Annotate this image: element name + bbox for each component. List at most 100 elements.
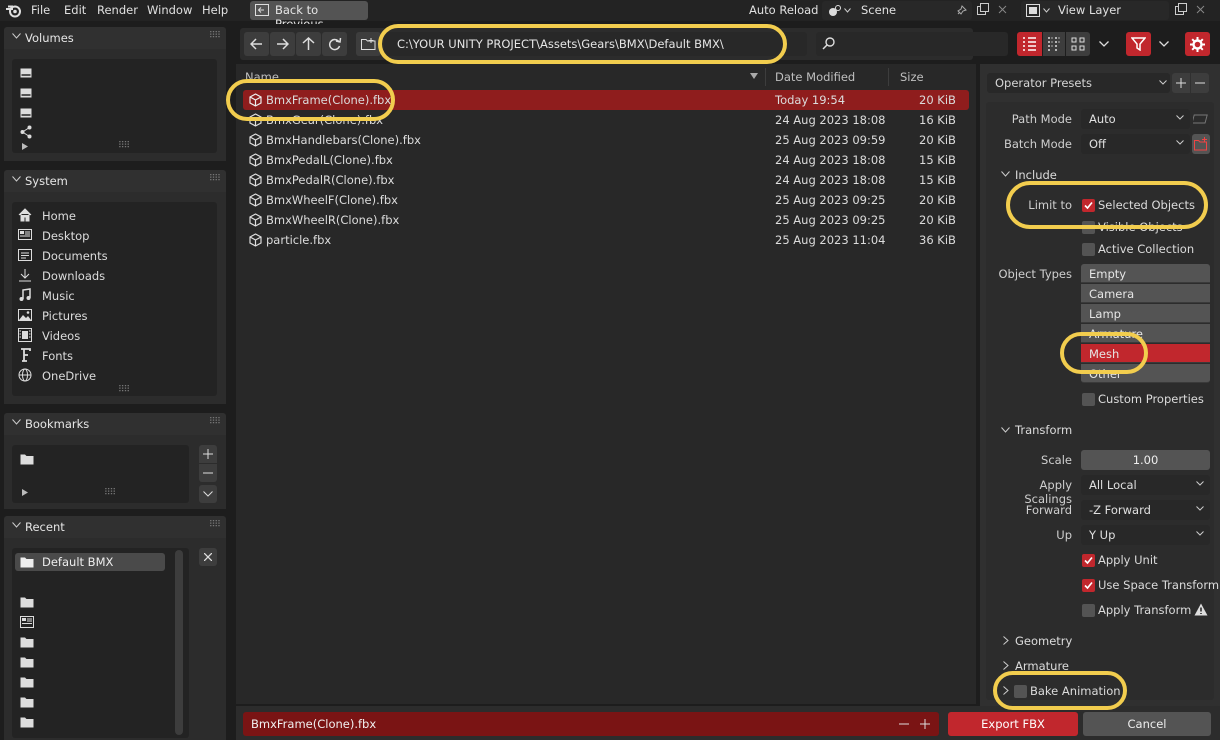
drive-icon[interactable] [20,67,32,79]
display-thumbnails-button[interactable] [1066,32,1090,56]
sidebar-item-documents[interactable]: Documents [18,247,214,265]
close-scene-icon[interactable] [998,5,1007,14]
object-type-lamp[interactable]: Lamp [1081,304,1210,323]
increment-icon[interactable] [920,719,930,729]
folder-icon[interactable] [20,636,34,648]
folder-icon[interactable] [20,696,34,708]
search-input[interactable] [816,32,1008,56]
custom-properties-checkbox[interactable] [1082,393,1095,406]
display-vertical-list-button[interactable] [1017,32,1042,56]
file-row[interactable]: BmxPedalR(Clone).fbx 24 Aug 2023 18:08 1… [243,170,969,190]
scene-selector[interactable]: Scene [822,1,972,20]
object-type-mesh[interactable]: Mesh [1081,344,1210,363]
bake-animation-checkbox[interactable] [1014,685,1027,698]
view-layer-selector[interactable]: View Layer [1021,1,1169,20]
selected-objects-checkbox[interactable] [1082,199,1095,212]
sidebar-item-desktop[interactable]: Desktop [18,227,214,245]
blender-logo-icon[interactable] [5,3,21,18]
grip-icon[interactable]: ⠿⠿ [209,417,221,427]
menu-render[interactable]: Render [97,3,138,17]
auto-reload-label[interactable]: Auto Reload [749,3,818,17]
drive-icon[interactable] [20,107,32,119]
volumes-panel-header[interactable]: Volumes ⠿⠿ [4,27,226,49]
menu-edit[interactable]: Edit [64,3,86,17]
filter-toggle-button[interactable] [1126,32,1151,56]
remove-preset-button[interactable] [1191,73,1209,93]
file-row[interactable]: BmxHandlebars(Clone).fbx 25 Aug 2023 09:… [243,130,969,150]
armature-section-title[interactable]: Armature [1015,659,1069,673]
operator-presets-dropdown[interactable]: Operator Presets [987,73,1170,93]
scale-field[interactable]: 1.00 [1081,450,1210,470]
duplicate-scene-icon[interactable] [977,3,990,16]
folder-icon[interactable] [20,716,34,728]
close-view-layer-icon[interactable] [1196,5,1205,14]
file-row[interactable]: particle.fbx 25 Aug 2023 11:04 36 KiB [243,230,969,250]
folder-icon[interactable] [20,596,34,608]
geometry-section-title[interactable]: Geometry [1015,634,1072,648]
sidebar-item-videos[interactable]: Videos [18,327,214,345]
file-row[interactable]: BmxGear(Clone).fbx 24 Aug 2023 18:08 16 … [243,110,969,130]
file-row[interactable]: BmxWheelF(Clone).fbx 25 Aug 2023 09:25 2… [243,190,969,210]
system-panel-header[interactable]: System ⠿⠿ [4,170,226,192]
display-horizontal-list-button[interactable] [1043,32,1065,56]
decrement-icon[interactable] [899,723,909,725]
use-space-transform-checkbox[interactable] [1082,579,1095,592]
new-folder-button[interactable] [356,32,381,56]
drive-icon[interactable] [20,87,32,99]
menu-file[interactable]: File [31,3,50,17]
sidebar-item-fonts[interactable]: Fonts [18,347,214,365]
column-date-modified[interactable]: Date Modified [775,70,855,84]
transform-section-title[interactable]: Transform [1015,423,1072,437]
sidebar-item-onedrive[interactable]: OneDrive [18,367,214,385]
cancel-button[interactable]: Cancel [1083,712,1211,736]
settings-toggle-button[interactable] [1185,32,1210,56]
add-bookmark-button[interactable] [199,445,217,463]
active-collection-checkbox[interactable] [1082,243,1095,256]
resize-grip-icon[interactable]: ⠿⠿ [118,141,130,151]
column-divider[interactable] [765,68,766,86]
sidebar-item-home[interactable]: Home [18,207,214,225]
include-section-title[interactable]: Include [1015,168,1057,182]
pin-icon[interactable] [956,5,967,16]
file-row[interactable]: BmxWheelR(Clone).fbx 25 Aug 2023 09:25 2… [243,210,969,230]
expand-icon[interactable] [22,489,28,496]
resize-grip-icon[interactable]: ⠿⠿ [104,488,116,498]
object-type-empty[interactable]: Empty [1081,264,1210,283]
add-preset-button[interactable] [1172,73,1190,93]
desktop-icon[interactable] [20,616,34,628]
back-to-previous-button[interactable]: Back to Previous [250,1,368,31]
filter-settings-dropdown[interactable] [1153,32,1175,56]
display-settings-dropdown[interactable] [1093,32,1115,56]
up-dropdown[interactable]: Y Up [1081,525,1210,545]
network-icon[interactable] [20,125,32,139]
bookmark-menu-button[interactable] [199,485,217,503]
apply-unit-checkbox[interactable] [1082,554,1095,567]
recent-panel-header[interactable]: Recent ⠿⠿ [4,516,226,538]
object-type-camera[interactable]: Camera [1081,284,1210,303]
grip-icon[interactable]: ⠿⠿ [209,31,221,41]
parent-directory-button[interactable] [296,32,321,56]
column-name[interactable]: Name [245,70,279,84]
chevron-right-icon[interactable] [1003,661,1009,670]
folder-icon[interactable] [20,676,34,688]
chevron-down-icon[interactable] [1001,427,1010,433]
grip-icon[interactable]: ⠿⠿ [209,174,221,184]
folder-icon[interactable] [20,453,34,465]
recent-scrollbar[interactable] [175,550,183,735]
menu-help[interactable]: Help [202,3,228,17]
file-row[interactable]: BmxPedalL(Clone).fbx 24 Aug 2023 18:08 1… [243,150,969,170]
back-button[interactable] [244,32,269,56]
batch-mode-dropdown[interactable]: Off [1081,134,1190,154]
forward-dropdown[interactable]: -Z Forward [1081,500,1210,520]
filename-field[interactable]: BmxFrame(Clone).fbx [243,712,939,736]
embed-textures-icon[interactable] [1193,112,1210,125]
resize-grip-icon[interactable]: ⠿⠿ [118,385,130,395]
sidebar-item-music[interactable]: Music [18,287,214,305]
grip-icon[interactable]: ⠿⠿ [209,520,221,530]
bookmarks-panel-header[interactable]: Bookmarks ⠿⠿ [4,413,226,435]
refresh-button[interactable] [322,32,347,56]
clear-recent-button[interactable] [199,548,217,566]
export-fbx-button[interactable]: Export FBX [948,712,1078,736]
chevron-down-icon[interactable] [1001,171,1010,177]
object-type-armature[interactable]: Armature [1081,324,1210,343]
